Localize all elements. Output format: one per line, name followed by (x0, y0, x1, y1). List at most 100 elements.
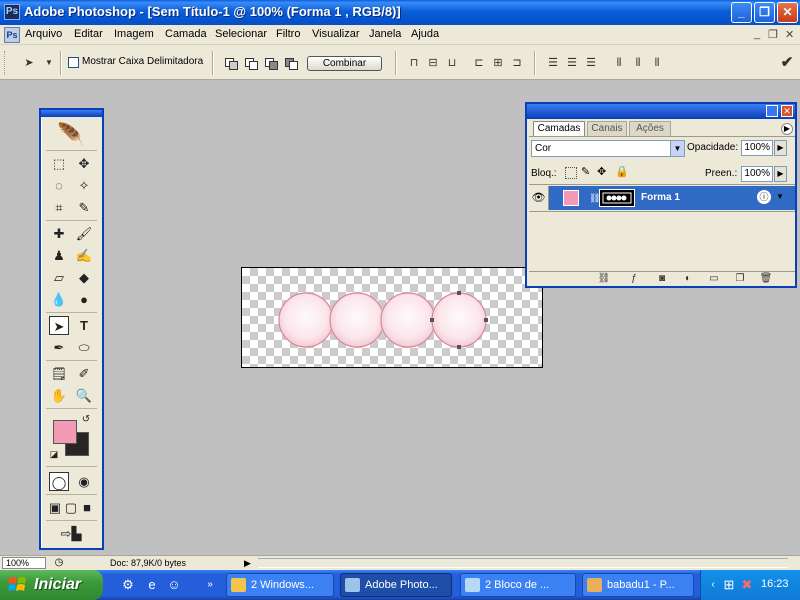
history-brush-tool-icon[interactable]: ✍ (74, 246, 94, 265)
options-grip[interactable] (4, 51, 8, 75)
distribute-left-icon[interactable]: ⫴ (610, 55, 628, 71)
eyedropper-tool-icon[interactable]: ✐ (74, 364, 94, 383)
menu-selecionar[interactable]: Selecionar (215, 28, 267, 40)
tab-canais[interactable]: Canais (587, 121, 627, 136)
clone-stamp-tool-icon[interactable]: ♟ (49, 246, 69, 265)
network-icon[interactable]: ⊞ (721, 577, 737, 593)
distribute-top-icon[interactable]: ☰ (544, 55, 562, 71)
vector-mask-thumbnail[interactable] (599, 189, 635, 207)
layer-list-area[interactable] (529, 211, 795, 271)
magic-wand-tool-icon[interactable]: ✧ (74, 176, 94, 195)
align-vcenter-icon[interactable]: ⊟ (424, 55, 442, 71)
new-group-icon[interactable]: ▭ (707, 273, 721, 285)
jump-to-imageready-icon[interactable]: ⇨▙ (49, 524, 93, 543)
brush-tool-icon[interactable]: 🖌 (74, 224, 94, 243)
fill-field[interactable]: 100% (741, 166, 773, 182)
add-layer-style-icon[interactable]: ƒ (627, 273, 641, 285)
notes-tool-icon[interactable]: 🗒 (49, 364, 69, 383)
crop-tool-icon[interactable]: ⌗ (49, 198, 69, 217)
new-layer-icon[interactable]: ❐ (733, 273, 747, 285)
trash-icon[interactable]: 🗑 (759, 273, 773, 285)
horizontal-scrollbar[interactable] (258, 558, 788, 568)
anchor-point-handle[interactable] (457, 291, 461, 295)
lock-position-icon[interactable]: ✥ (597, 165, 606, 178)
security-alert-icon[interactable]: ✖ (739, 577, 755, 593)
quicklaunch-more-icon[interactable]: » (202, 577, 218, 593)
menu-visualizar[interactable]: Visualizar (312, 28, 360, 40)
circle-shape[interactable] (431, 292, 487, 348)
blur-tool-icon[interactable]: 💧 (49, 290, 69, 309)
full-screen-mode-icon[interactable]: ■ (79, 498, 95, 517)
toolbox-titlebar[interactable] (41, 110, 102, 117)
commit-check-icon[interactable]: ✔ (778, 55, 796, 71)
start-button[interactable]: Iniciar (0, 570, 103, 600)
quick-mask-mode-icon[interactable]: ◉ (74, 472, 94, 491)
layer-color-thumbnail[interactable] (563, 190, 579, 206)
full-screen-menu-mode-icon[interactable]: ▢ (63, 498, 79, 517)
chevron-down-icon[interactable]: ▼ (775, 192, 785, 204)
layer-row-forma-1[interactable]: 👁 ⛓ Forma 1 ⓘ ▼ (529, 186, 795, 210)
foreground-color-swatch[interactable] (53, 420, 77, 444)
chevron-down-icon[interactable]: ▼ (40, 55, 58, 71)
restore-button[interactable]: ❐ (754, 2, 775, 23)
align-left-icon[interactable]: ⊏ (470, 55, 488, 71)
add-mask-icon[interactable]: ◙ (655, 273, 669, 285)
menu-editar[interactable]: Editar (74, 28, 103, 40)
hand-tool-icon[interactable]: ✋ (49, 386, 69, 405)
layers-palette-titlebar[interactable]: ✕ (527, 104, 795, 119)
doc-minimize-button[interactable]: _ (754, 28, 760, 40)
menu-imagem[interactable]: Imagem (114, 28, 154, 40)
distribute-right-icon[interactable]: ⫴ (648, 55, 666, 71)
ellipse-tool-icon[interactable]: ⬭ (74, 338, 94, 357)
status-menu-arrow-icon[interactable]: ▶ (244, 557, 254, 569)
menu-camada[interactable]: Camada (165, 28, 207, 40)
menu-filtro[interactable]: Filtro (276, 28, 300, 40)
shape-layer-circles[interactable] (242, 268, 542, 367)
tab-camadas[interactable]: Camadas (533, 121, 585, 136)
eye-visibility-icon[interactable]: 👁 (529, 186, 549, 210)
menu-janela[interactable]: Janela (369, 28, 401, 40)
circle-shape[interactable] (278, 292, 334, 348)
swap-colors-icon[interactable]: ↺ (79, 414, 93, 426)
menu-arquivo[interactable]: Arquivo (25, 28, 62, 40)
task-bloco-de-notas[interactable]: 2 Bloco de ... (460, 573, 576, 597)
doc-close-button[interactable]: ✕ (785, 28, 794, 41)
paint-bucket-tool-icon[interactable]: ◆ (74, 268, 94, 287)
distribute-vcenter-icon[interactable]: ☰ (563, 55, 581, 71)
status-info-icon[interactable]: ◷ (52, 557, 66, 569)
marquee-tool-icon[interactable]: ⬚ (49, 154, 69, 173)
palette-close-button[interactable]: ✕ (781, 105, 793, 117)
document-icon[interactable]: Ps (4, 27, 20, 43)
shape-exclude-icon[interactable] (282, 55, 300, 71)
healing-brush-tool-icon[interactable]: ✚ (49, 224, 69, 243)
move-tool-icon[interactable]: ✥ (74, 154, 94, 173)
palette-minimize-button[interactable] (766, 105, 778, 117)
slice-tool-icon[interactable]: ✎ (74, 198, 94, 217)
close-button[interactable]: ✕ (777, 2, 798, 23)
link-layers-icon[interactable]: ⛓ (597, 273, 611, 285)
align-top-icon[interactable]: ⊓ (405, 55, 423, 71)
palette-menu-icon[interactable]: ▶ (781, 123, 793, 135)
task-windows-explorer[interactable]: 2 Windows... (226, 573, 334, 597)
adjustment-layer-icon[interactable]: ◐ (681, 273, 695, 285)
link-chain-icon[interactable]: ⛓ (589, 191, 600, 205)
align-right-icon[interactable]: ⊐ (508, 55, 526, 71)
standard-mode-icon[interactable]: ◯ (49, 472, 69, 491)
opacity-field[interactable]: 100% (741, 140, 773, 156)
lock-pixels-brush-icon[interactable]: ✎ (581, 165, 590, 178)
feather-logo-icon[interactable]: 🪶 (45, 120, 97, 150)
tray-expand-icon[interactable]: ‹ (705, 577, 721, 593)
quicklaunch-messenger-icon[interactable]: ☺ (166, 577, 182, 593)
shape-intersect-icon[interactable] (262, 55, 280, 71)
shape-add-icon[interactable] (222, 55, 240, 71)
lasso-tool-icon[interactable]: ◌ (49, 176, 69, 195)
eraser-tool-icon[interactable]: ▱ (49, 268, 69, 287)
default-colors-icon[interactable]: ◪ (48, 448, 60, 460)
align-bottom-icon[interactable]: ⊔ (443, 55, 461, 71)
zoom-tool-icon[interactable]: 🔍 (74, 386, 94, 405)
fill-slider-arrow-icon[interactable]: ▶ (774, 166, 787, 182)
shape-subtract-icon[interactable] (242, 55, 260, 71)
combine-button[interactable]: Combinar (307, 56, 382, 71)
distribute-bottom-icon[interactable]: ☰ (582, 55, 600, 71)
lock-transparency-icon[interactable] (565, 167, 577, 179)
